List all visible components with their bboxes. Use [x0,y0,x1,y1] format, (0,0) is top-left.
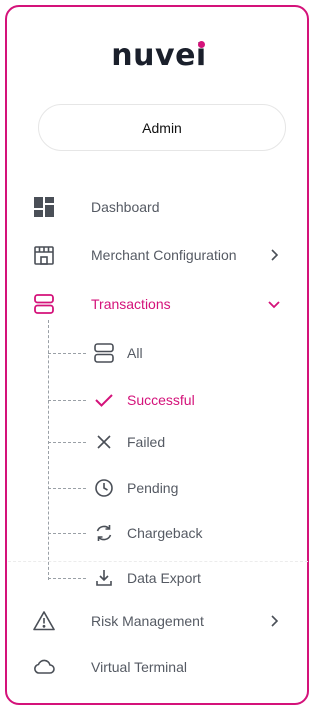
nav-item-virtual-terminal[interactable]: Virtual Terminal [20,647,290,687]
cloud-icon [26,655,62,679]
subnav-item-successful[interactable]: Successful [48,382,278,418]
check-icon [92,388,116,412]
tree-connector [48,399,86,401]
role-button[interactable]: Admin [38,104,286,151]
nav-item-risk-management[interactable]: Risk Management [20,601,290,641]
refresh-icon [92,521,116,545]
clock-icon [92,476,116,500]
tree-connector [48,577,86,579]
nav-item-dashboard[interactable]: Dashboard [20,187,290,227]
subnav-label-data-export: Data Export [127,570,201,586]
nav-label-virtual-terminal: Virtual Terminal [91,659,187,675]
nav-label-dashboard: Dashboard [91,199,160,215]
subnav-item-pending[interactable]: Pending [48,470,278,506]
close-icon [92,430,116,454]
brand-logo-text: nuvei [111,38,207,73]
chevron-right-icon [271,249,279,261]
subnav-item-failed[interactable]: Failed [48,424,278,460]
tree-connector [48,487,86,489]
chevron-right-icon [271,615,279,627]
nav-label-transactions: Transactions [91,296,171,312]
subnav-item-chargeback[interactable]: Chargeback [48,515,278,551]
dashboard-icon [26,195,62,219]
nav-label-merchant-configuration: Merchant Configuration [91,247,237,263]
tree-connector [48,352,86,354]
tree-connector [48,532,86,534]
subnav-item-all[interactable]: All [48,335,278,371]
subnav-label-all: All [127,345,143,361]
logo-dot-icon [197,41,205,48]
warning-icon [26,609,62,633]
list-icon [92,341,116,365]
transactions-icon [26,292,62,316]
subnav-label-failed: Failed [127,434,166,450]
chevron-down-icon [268,301,280,309]
download-icon [92,566,116,590]
nav-item-transactions[interactable]: Transactions [20,284,290,324]
store-icon [26,243,62,267]
brand-logo[interactable]: nuvei [0,38,318,73]
subnav-label-chargeback: Chargeback [127,525,203,541]
nav-item-merchant-configuration[interactable]: Merchant Configuration [20,235,290,275]
subnav-label-pending: Pending [127,480,179,496]
subnav-label-successful: Successful [127,392,195,408]
subnav-item-data-export[interactable]: Data Export [48,560,278,596]
role-label: Admin [142,119,182,136]
tree-connector [48,441,86,443]
nav-label-risk-management: Risk Management [91,613,204,629]
